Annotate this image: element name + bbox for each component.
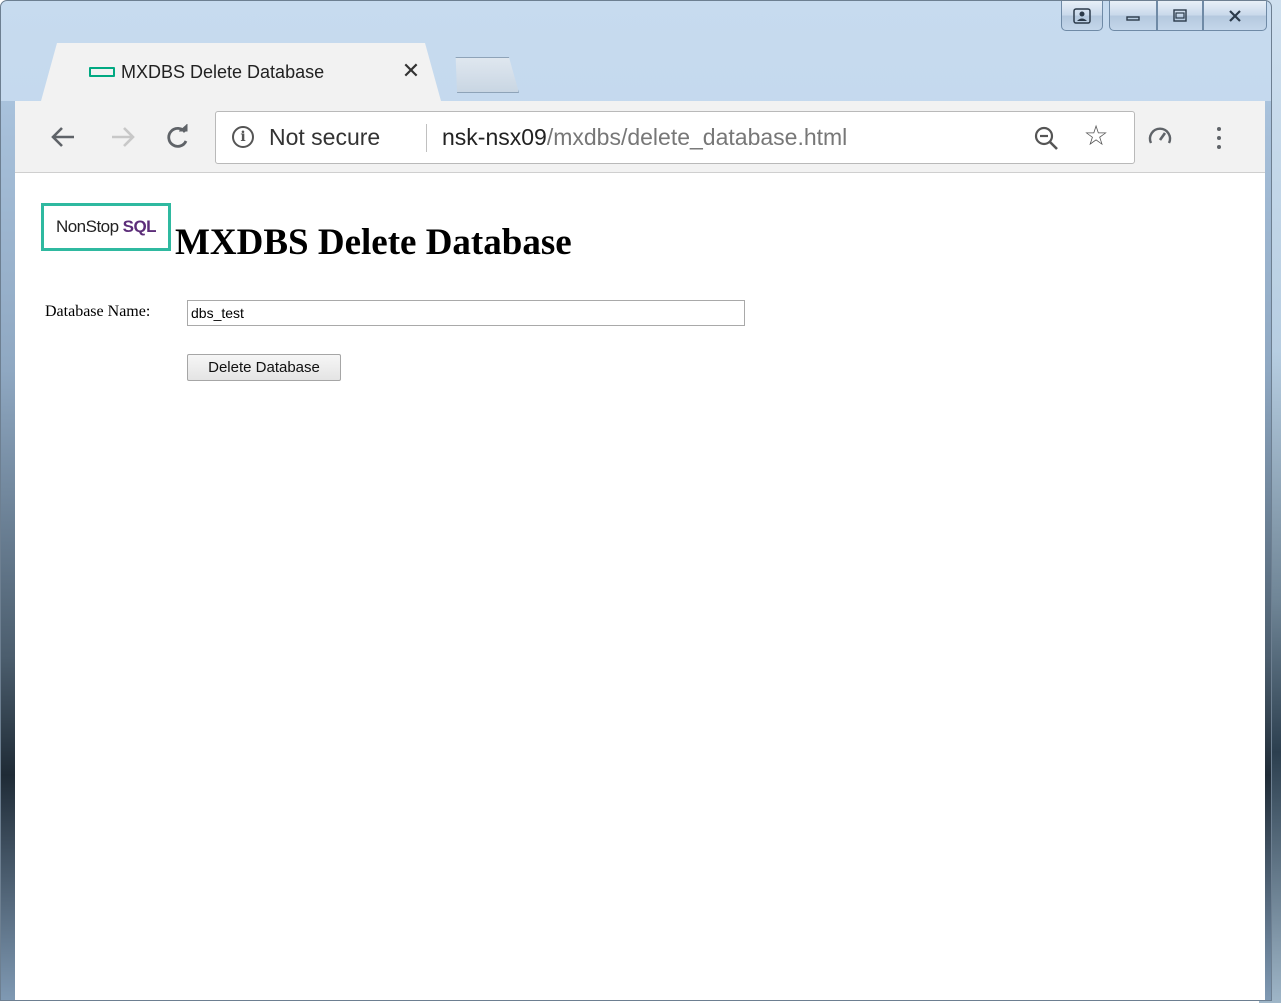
info-icon[interactable]: i — [232, 126, 254, 148]
minimize-button[interactable] — [1109, 1, 1157, 31]
database-name-input[interactable] — [187, 300, 745, 326]
user-icon — [1073, 7, 1091, 24]
browser-toolbar: i Not secure nsk-nsx09/mxdbs/delete_data… — [15, 101, 1265, 173]
delete-database-button[interactable]: Delete Database — [187, 354, 341, 381]
tab-title-fade — [357, 57, 387, 87]
browser-window: MXDBS Delete Database ✕ i Not secure nsk… — [0, 0, 1272, 1001]
new-tab-button[interactable] — [455, 57, 519, 93]
zoom-out-icon[interactable] — [1032, 124, 1062, 154]
user-profile-button[interactable] — [1061, 1, 1103, 31]
maximize-button[interactable] — [1157, 1, 1203, 31]
back-arrow-icon[interactable] — [47, 121, 79, 153]
tab-title: MXDBS Delete Database — [121, 62, 325, 82]
url-path: /mxdbs/delete_database.html — [546, 124, 848, 150]
page-viewport: NonStop SQL MXDBS Delete Database Databas… — [15, 173, 1265, 1000]
address-bar-divider — [426, 124, 427, 152]
address-bar[interactable]: i Not secure nsk-nsx09/mxdbs/delete_data… — [215, 111, 1135, 164]
kebab-menu-icon[interactable] — [1209, 121, 1229, 155]
reload-icon[interactable] — [162, 121, 194, 153]
forward-arrow-icon[interactable] — [107, 121, 139, 153]
logo-text-sql: SQL — [122, 217, 157, 236]
window-caption-buttons — [1061, 1, 1267, 31]
bookmark-star-icon[interactable]: ☆ — [1080, 120, 1112, 152]
tab-active[interactable]: MXDBS Delete Database ✕ — [41, 43, 441, 101]
security-status[interactable]: Not secure — [269, 124, 380, 151]
hpe-logo-icon — [89, 67, 115, 77]
nonstop-sql-logo: NonStop SQL — [41, 203, 171, 251]
page-title: MXDBS Delete Database — [175, 222, 572, 263]
window-frame-left — [1, 101, 15, 1000]
logo-text-nonstop: NonStop — [55, 217, 119, 236]
database-name-label: Database Name: — [45, 303, 151, 320]
close-window-button[interactable] — [1203, 1, 1267, 31]
url-host: nsk-nsx09 — [442, 124, 547, 150]
speedometer-icon[interactable] — [1145, 123, 1175, 153]
minimize-icon — [1126, 15, 1140, 21]
close-icon — [1229, 9, 1241, 22]
restore-icon — [1173, 8, 1187, 22]
tab-close-icon[interactable]: ✕ — [399, 59, 423, 83]
url-text[interactable]: nsk-nsx09/mxdbs/delete_database.html — [442, 124, 847, 151]
